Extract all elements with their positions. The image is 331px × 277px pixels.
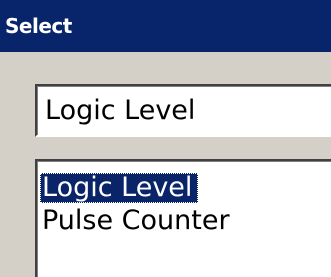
list-item-logic-level[interactable]: Logic Level bbox=[40, 173, 199, 203]
selection-field-value: Logic Level bbox=[45, 95, 196, 126]
list-item-pulse-counter[interactable]: Pulse Counter bbox=[40, 206, 236, 236]
title-bar[interactable]: Select bbox=[0, 0, 331, 52]
select-dialog: Select Logic Level Logic Level Pulse Cou… bbox=[0, 0, 331, 277]
window-title: Select bbox=[5, 14, 72, 38]
options-listbox[interactable]: Logic Level Pulse Counter bbox=[35, 159, 331, 277]
selection-field[interactable]: Logic Level bbox=[35, 84, 331, 137]
